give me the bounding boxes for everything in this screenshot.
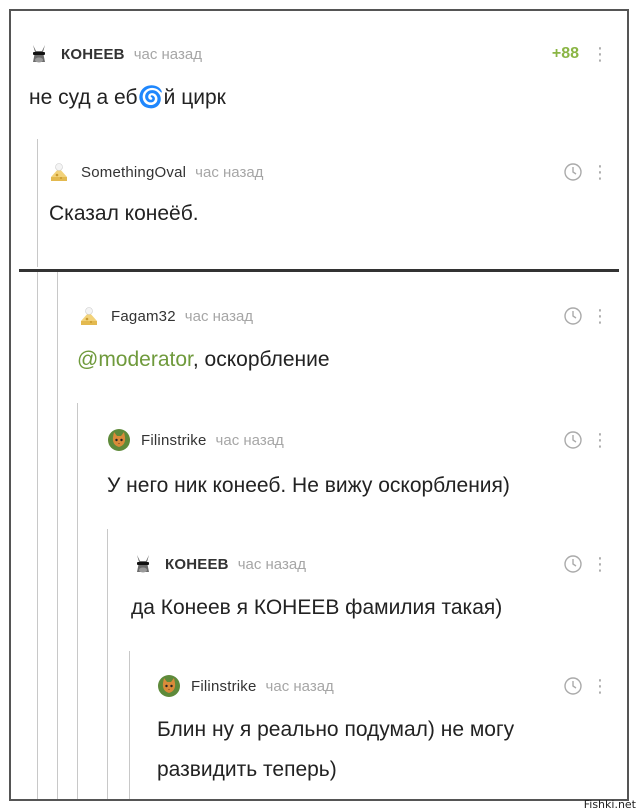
comment-thread: КОНЕЕВ час назад +88 ⋮ не суд а еб🌀й цир… (9, 9, 629, 801)
comment-header: Fagam32 час назад (77, 303, 253, 329)
rating-value: +88 (551, 45, 579, 62)
comment-time[interactable]: час назад (195, 164, 263, 181)
comment-text-line-2: развидить теперь) (157, 758, 337, 781)
comment-meta: ⋮ (563, 551, 609, 577)
cat-avatar-icon[interactable] (107, 428, 131, 452)
comment-meta: +88 ⋮ (551, 41, 609, 67)
clock-icon[interactable] (563, 554, 583, 574)
comment-author[interactable]: Fagam32 (111, 308, 176, 325)
comment-time[interactable]: час назад (266, 678, 334, 695)
more-options-icon[interactable]: ⋮ (591, 307, 609, 325)
watermark: Fishki.net (583, 798, 636, 811)
thread-line[interactable] (77, 403, 78, 799)
comment-author[interactable]: КОНЕЕВ (61, 46, 125, 63)
comment-meta: ⋮ (563, 159, 609, 185)
comment-author[interactable]: SomethingOval (81, 164, 186, 181)
comment-time[interactable]: час назад (238, 556, 306, 573)
more-options-icon[interactable]: ⋮ (591, 677, 609, 695)
clock-icon[interactable] (563, 676, 583, 696)
cheese-avatar-icon[interactable] (47, 160, 71, 184)
thread-line[interactable] (37, 272, 38, 799)
thread-divider (19, 269, 619, 272)
more-options-icon[interactable]: ⋮ (591, 555, 609, 573)
comment-meta: ⋮ (563, 427, 609, 453)
more-options-icon[interactable]: ⋮ (591, 45, 609, 63)
comment-time[interactable]: час назад (216, 432, 284, 449)
comment-author[interactable]: Filinstrike (141, 432, 207, 449)
comment-text-line-1: Блин ну я реально подумал) не могу (157, 718, 515, 741)
cat-avatar-icon[interactable] (157, 674, 181, 698)
more-options-icon[interactable]: ⋮ (591, 431, 609, 449)
comment-text: да Конеев я КОНЕЕВ фамилия такая) (131, 596, 503, 619)
donkey-sunglasses-icon[interactable] (27, 42, 51, 66)
thread-line[interactable] (57, 272, 58, 799)
clock-icon[interactable] (563, 430, 583, 450)
comment-text: @moderator, оскорбление (77, 343, 330, 377)
comment-author[interactable]: КОНЕЕВ (165, 556, 229, 573)
comment-header: SomethingOval час назад (47, 159, 263, 185)
comment-text: не суд а еб🌀й цирк (29, 86, 226, 109)
donkey-sunglasses-icon[interactable] (131, 552, 155, 576)
comment-text: Сказал конеёб. (49, 202, 199, 225)
clock-icon[interactable] (563, 162, 583, 182)
comment-author[interactable]: Filinstrike (191, 678, 257, 695)
clock-icon[interactable] (563, 306, 583, 326)
more-options-icon[interactable]: ⋮ (591, 163, 609, 181)
thread-line[interactable] (107, 529, 108, 799)
comment-header: КОНЕЕВ час назад (27, 41, 202, 67)
comment-text-rest: , оскорбление (192, 348, 330, 371)
comment-header: КОНЕЕВ час назад (131, 551, 306, 577)
comment-meta: ⋮ (563, 303, 609, 329)
comment-time[interactable]: час назад (134, 46, 202, 63)
cheese-avatar-icon[interactable] (77, 304, 101, 328)
moderator-mention-link[interactable]: @moderator (77, 348, 193, 371)
thread-line[interactable] (129, 651, 130, 799)
thread-line[interactable] (37, 139, 38, 267)
comment-header: Filinstrike час назад (107, 427, 284, 453)
comment-header: Filinstrike час назад (157, 673, 334, 699)
comment-meta: ⋮ (563, 673, 609, 699)
comment-time[interactable]: час назад (185, 308, 253, 325)
comment-text: У него ник конееб. Не вижу оскорбления) (107, 474, 510, 497)
